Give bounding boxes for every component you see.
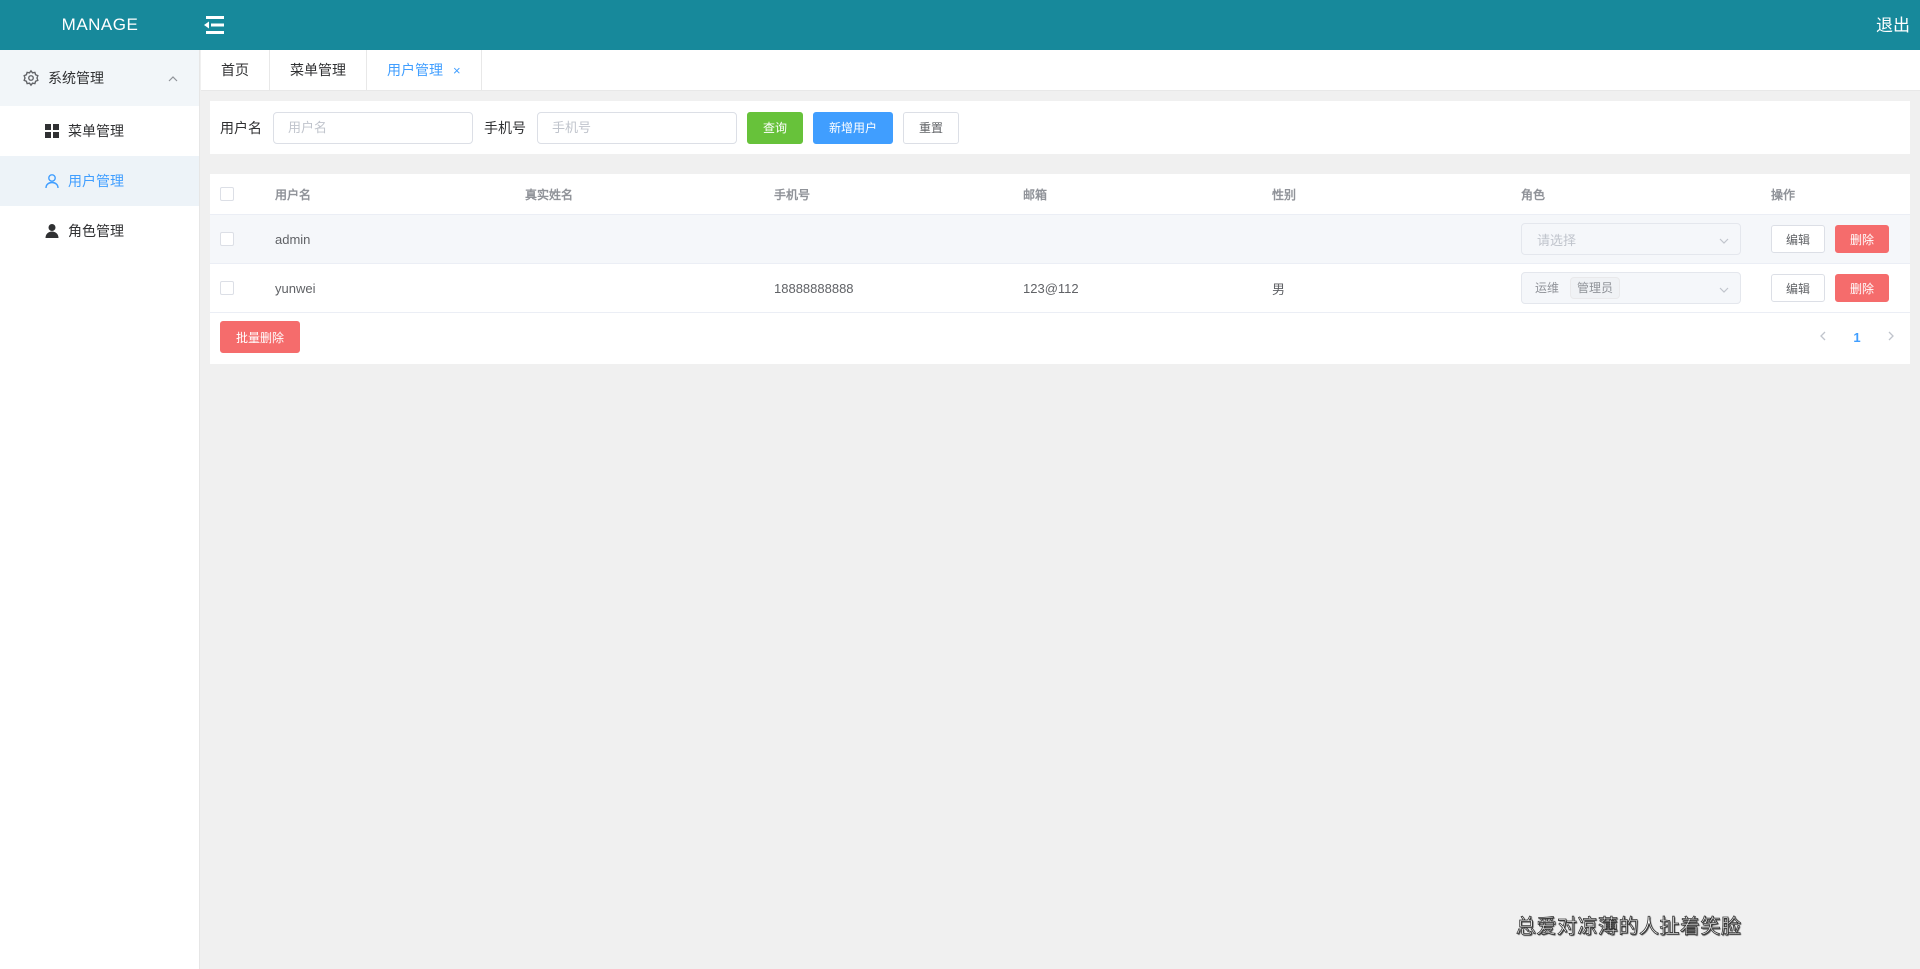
sidebar-item-label: 菜单管理	[68, 123, 124, 139]
batch-delete-button[interactable]: 批量删除	[220, 321, 301, 353]
username-search-input[interactable]	[273, 111, 473, 144]
user-solid-icon	[44, 223, 60, 239]
close-icon[interactable]: ×	[453, 50, 461, 91]
column-header[interactable]: 性别	[1272, 186, 1296, 203]
row-checkbox[interactable]	[220, 281, 234, 295]
role-select[interactable]: 请选择	[1521, 223, 1741, 255]
chevron-up-icon	[167, 72, 179, 84]
cell-gender: 男	[1272, 281, 1286, 297]
row-actions: 编辑 删除	[1771, 274, 1890, 302]
column-header[interactable]: 手机号	[774, 186, 810, 203]
logout-link[interactable]: 退出	[1876, 0, 1920, 50]
role-select-placeholder: 请选择	[1537, 232, 1577, 248]
sidebar-item-label: 角色管理	[68, 223, 124, 239]
sidebar-group-label: 系统管理	[48, 70, 104, 86]
chevron-down-icon	[1718, 283, 1730, 295]
role-tag: 运维	[1535, 281, 1560, 295]
tab-bar: 首页 菜单管理 用户管理 ×	[201, 50, 1920, 91]
top-header: MANAGE 退出	[0, 0, 1920, 50]
select-all-checkbox[interactable]	[220, 187, 234, 201]
row-actions: 编辑 删除	[1771, 225, 1890, 253]
reset-button[interactable]: 重置	[903, 111, 960, 144]
add-user-button[interactable]: 新增用户	[813, 111, 894, 144]
cell-username: yunwei	[275, 280, 316, 296]
menu-fold-icon[interactable]	[202, 13, 226, 37]
phone-label: 手机号	[484, 119, 526, 136]
sidebar-group-system[interactable]: 系统管理	[0, 50, 199, 106]
column-header[interactable]: 角色	[1521, 186, 1545, 203]
sidebar-item-menu[interactable]: 菜单管理	[0, 106, 199, 156]
user-table: 用户名 真实姓名 手机号 邮箱 性别 角色 操作 admin 请选择 编辑 删除…	[210, 174, 1910, 364]
role-select[interactable]: 运维 管理员	[1521, 272, 1741, 304]
sidebar-item-roles[interactable]: 角色管理	[0, 206, 199, 256]
edit-button[interactable]: 编辑	[1771, 274, 1826, 302]
tab-label: 菜单管理	[290, 62, 346, 78]
search-bar: 用户名 手机号 查询 新增用户 重置	[210, 101, 1910, 154]
tab-label: 用户管理	[387, 62, 443, 78]
query-button[interactable]: 查询	[747, 111, 804, 144]
chevron-right-icon[interactable]	[1872, 329, 1910, 345]
pagination: 1	[1804, 321, 1910, 353]
tab-home[interactable]: 首页	[201, 50, 270, 91]
tab-label: 首页	[221, 62, 249, 78]
role-tag: 管理员	[1570, 277, 1621, 299]
cell-username: admin	[275, 231, 311, 247]
table-row[interactable]: yunwei 18888888888 123@112 男 运维 管理员 编辑 删…	[210, 264, 1910, 313]
watermark-text: 总爱对凉薄的人扯着笑脸	[1516, 914, 1742, 939]
cell-email: 123@112	[1023, 280, 1079, 296]
phone-search-input[interactable]	[537, 111, 737, 144]
tab-user-management[interactable]: 用户管理 ×	[367, 50, 482, 91]
delete-button[interactable]: 删除	[1835, 225, 1890, 253]
app-logo: MANAGE	[61, 15, 139, 34]
username-label: 用户名	[220, 119, 262, 136]
table-row[interactable]: admin 请选择 编辑 删除	[210, 215, 1910, 264]
user-outline-icon	[44, 173, 60, 189]
chevron-left-icon[interactable]	[1804, 329, 1842, 345]
column-header[interactable]: 真实姓名	[525, 186, 573, 203]
table-header: 用户名 真实姓名 手机号 邮箱 性别 角色 操作	[210, 174, 1910, 215]
delete-button[interactable]: 删除	[1835, 274, 1890, 302]
main-content: 首页 菜单管理 用户管理 × 用户名 手机号 查询 新增用户 重置 用户名 真实…	[201, 50, 1920, 969]
chevron-down-icon	[1718, 234, 1730, 246]
sidebar: 系统管理 菜单管理 用户管理 角色管理	[0, 50, 200, 969]
grid-icon	[44, 123, 60, 139]
sidebar-item-label: 用户管理	[68, 173, 124, 189]
column-header: 操作	[1771, 187, 1796, 202]
column-header[interactable]: 用户名	[275, 186, 311, 203]
edit-button[interactable]: 编辑	[1771, 225, 1826, 253]
tab-menu-management[interactable]: 菜单管理	[270, 50, 367, 91]
row-checkbox[interactable]	[220, 232, 234, 246]
column-header[interactable]: 邮箱	[1023, 186, 1047, 203]
sidebar-item-users[interactable]: 用户管理	[0, 156, 199, 206]
page-number[interactable]: 1	[1842, 330, 1872, 345]
cell-phone: 18888888888	[774, 280, 854, 296]
gear-icon	[22, 69, 40, 87]
